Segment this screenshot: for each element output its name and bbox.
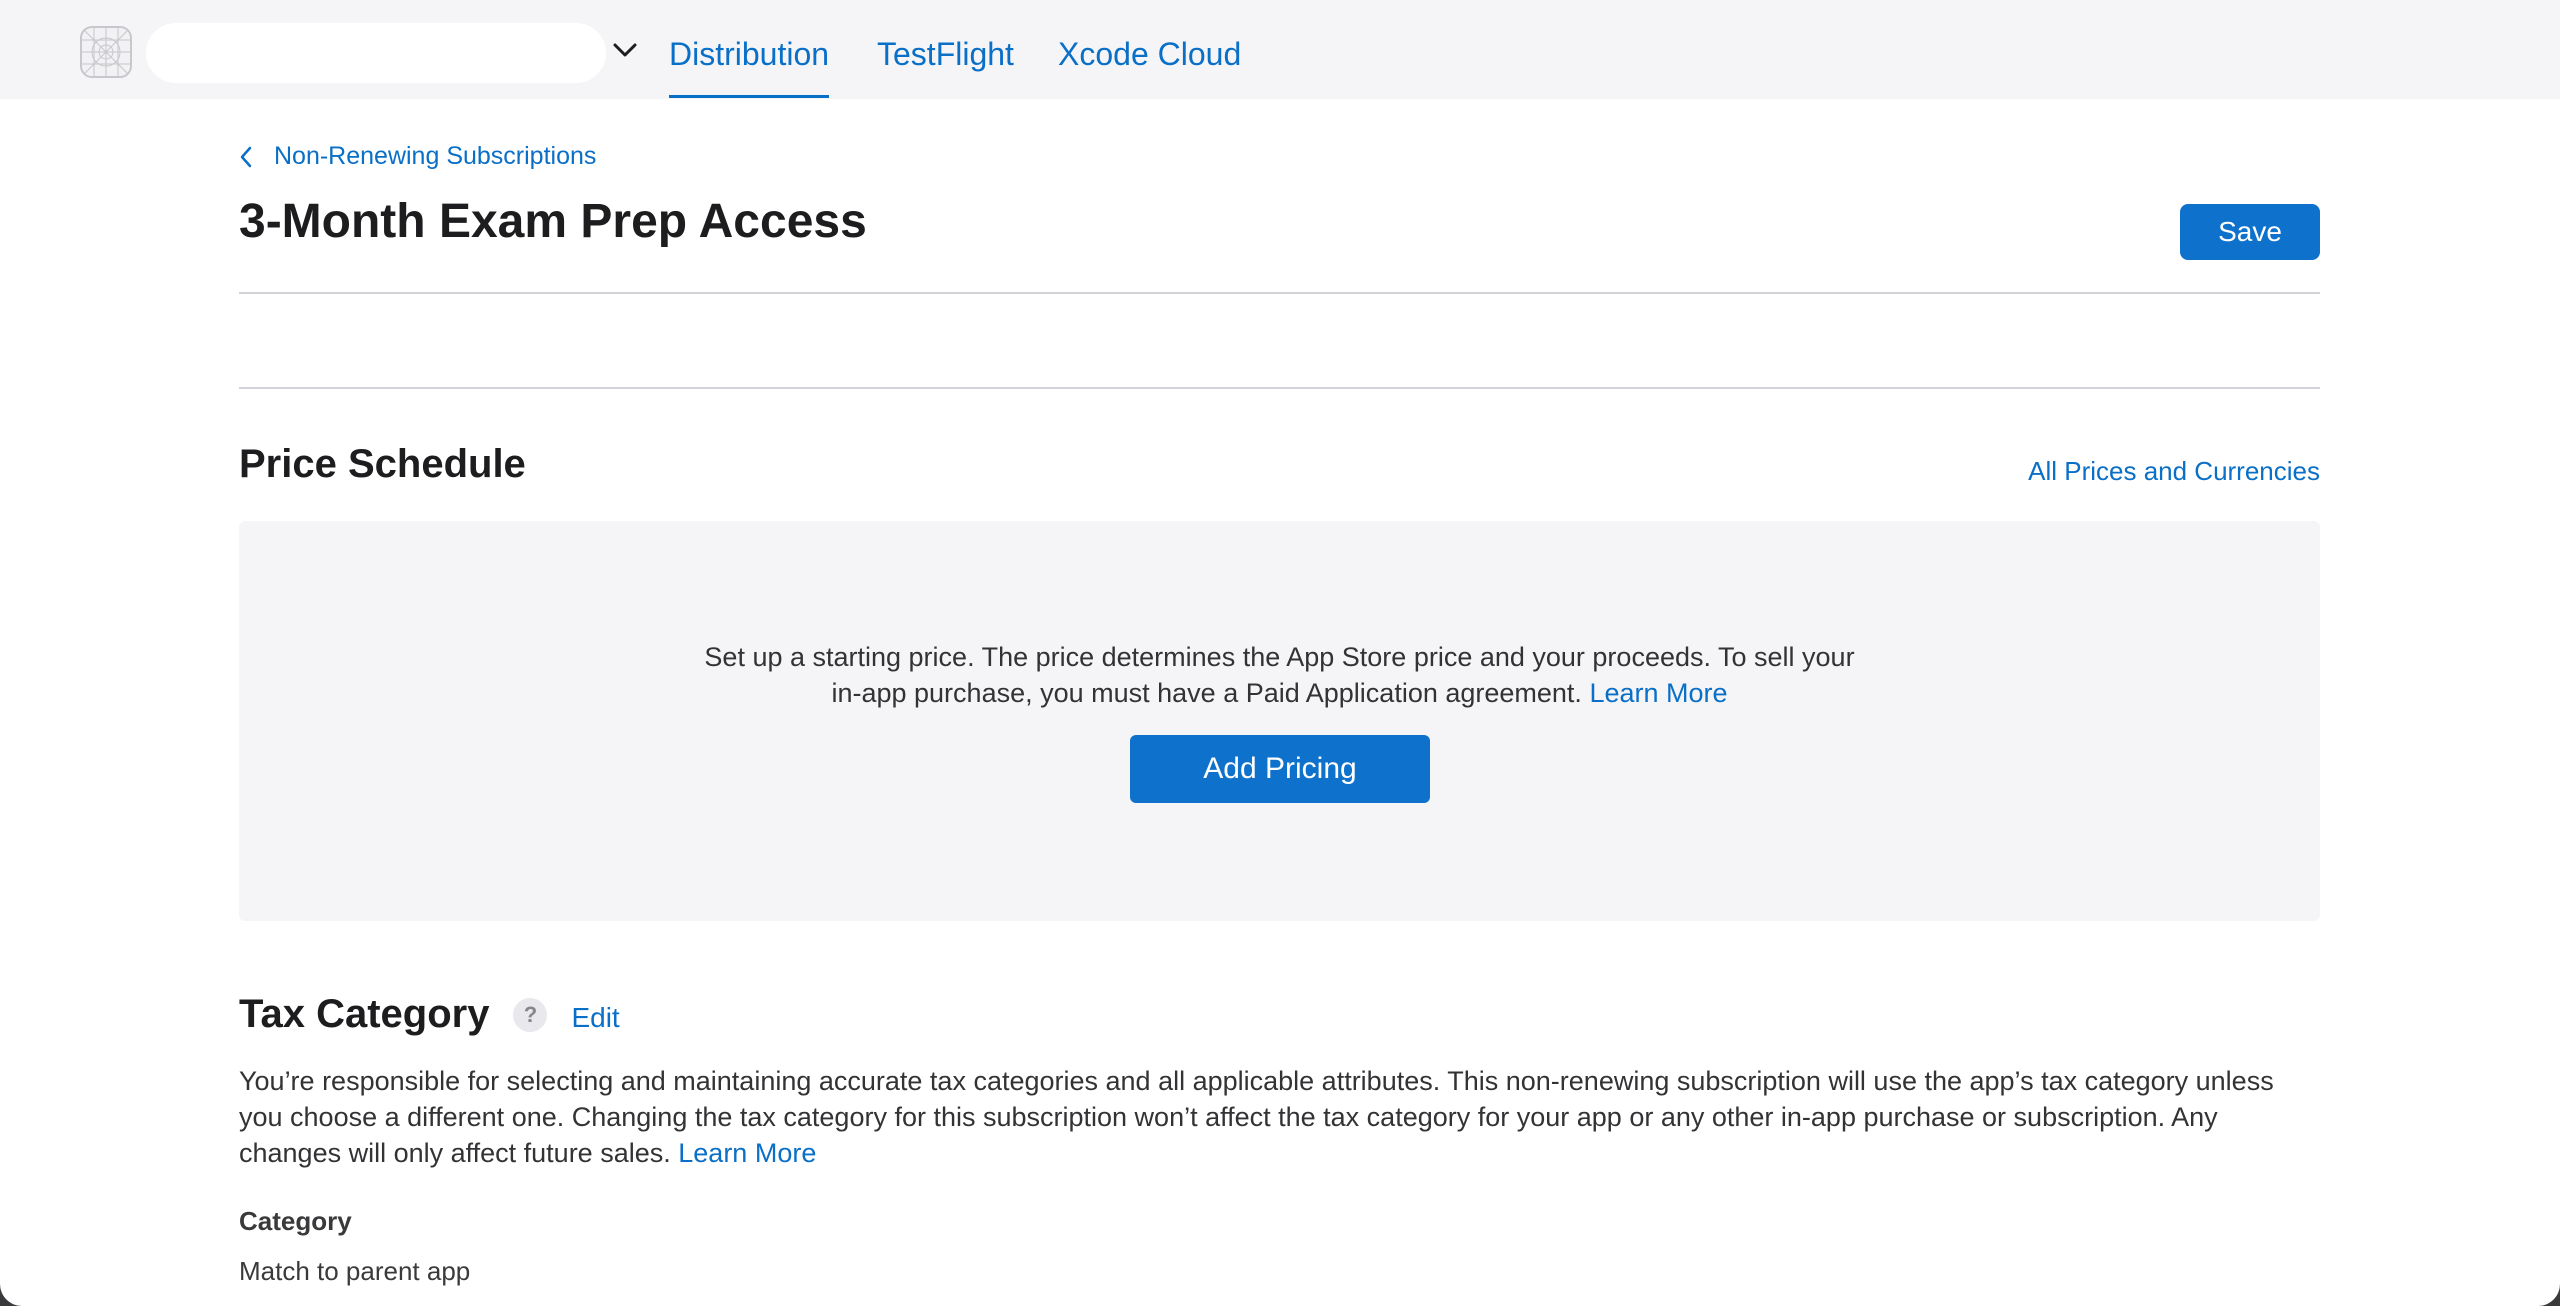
tax-category-heading: Tax Category	[239, 992, 490, 1036]
category-value: Match to parent app	[239, 1256, 471, 1286]
tab-xcode-cloud[interactable]: Xcode Cloud	[1058, 36, 1241, 73]
pricing-message-text: in-app purchase, you must have a Paid Ap…	[831, 678, 1582, 708]
save-button[interactable]: Save	[2180, 204, 2320, 260]
tax-description-text: changes will only affect future sales.	[239, 1138, 671, 1168]
pricing-learn-more-link[interactable]: Learn More	[1589, 678, 1727, 708]
app-icon-grid-graphic	[82, 28, 130, 76]
pricing-message-line: Set up a starting price. The price deter…	[704, 642, 1855, 672]
all-prices-and-currencies-link[interactable]: All Prices and Currencies	[2028, 456, 2320, 487]
tax-category-description: You’re responsible for selecting and mai…	[239, 1063, 2329, 1171]
price-schedule-heading: Price Schedule	[239, 442, 526, 486]
app-selector-field[interactable]	[146, 23, 606, 83]
add-pricing-button[interactable]: Add Pricing	[1130, 735, 1430, 803]
tab-distribution[interactable]: Distribution	[669, 36, 830, 98]
chevron-left-icon	[240, 146, 252, 167]
divider	[239, 292, 2320, 294]
price-schedule-empty-panel: Set up a starting price. The price deter…	[239, 521, 2320, 921]
tax-category-edit-link[interactable]: Edit	[571, 1002, 619, 1034]
pricing-empty-message: Set up a starting price. The price deter…	[239, 639, 2320, 711]
tax-learn-more-link[interactable]: Learn More	[678, 1138, 816, 1168]
category-label: Category	[239, 1206, 352, 1236]
chevron-down-icon[interactable]	[612, 40, 638, 60]
pricing-message-line: in-app purchase, you must have a Paid Ap…	[239, 675, 2320, 711]
top-navigation-bar: Distribution TestFlight Xcode Cloud	[0, 0, 2560, 99]
tab-testflight[interactable]: TestFlight	[877, 36, 1014, 73]
tax-description-line: You’re responsible for selecting and mai…	[239, 1066, 2274, 1096]
app-icon-placeholder[interactable]	[80, 26, 132, 78]
tax-category-header: Tax Category ? Edit	[239, 992, 620, 1037]
breadcrumb-back-link[interactable]: Non-Renewing Subscriptions	[238, 142, 596, 171]
breadcrumb-label: Non-Renewing Subscriptions	[274, 142, 597, 170]
tax-description-line: changes will only affect future sales. L…	[239, 1135, 2329, 1171]
app-window: Distribution TestFlight Xcode Cloud Non-…	[0, 0, 2560, 1306]
divider	[239, 387, 2320, 389]
tax-description-line: you choose a different one. Changing the…	[239, 1102, 2218, 1132]
help-icon[interactable]: ?	[513, 997, 548, 1032]
page-title: 3-Month Exam Prep Access	[239, 195, 867, 248]
